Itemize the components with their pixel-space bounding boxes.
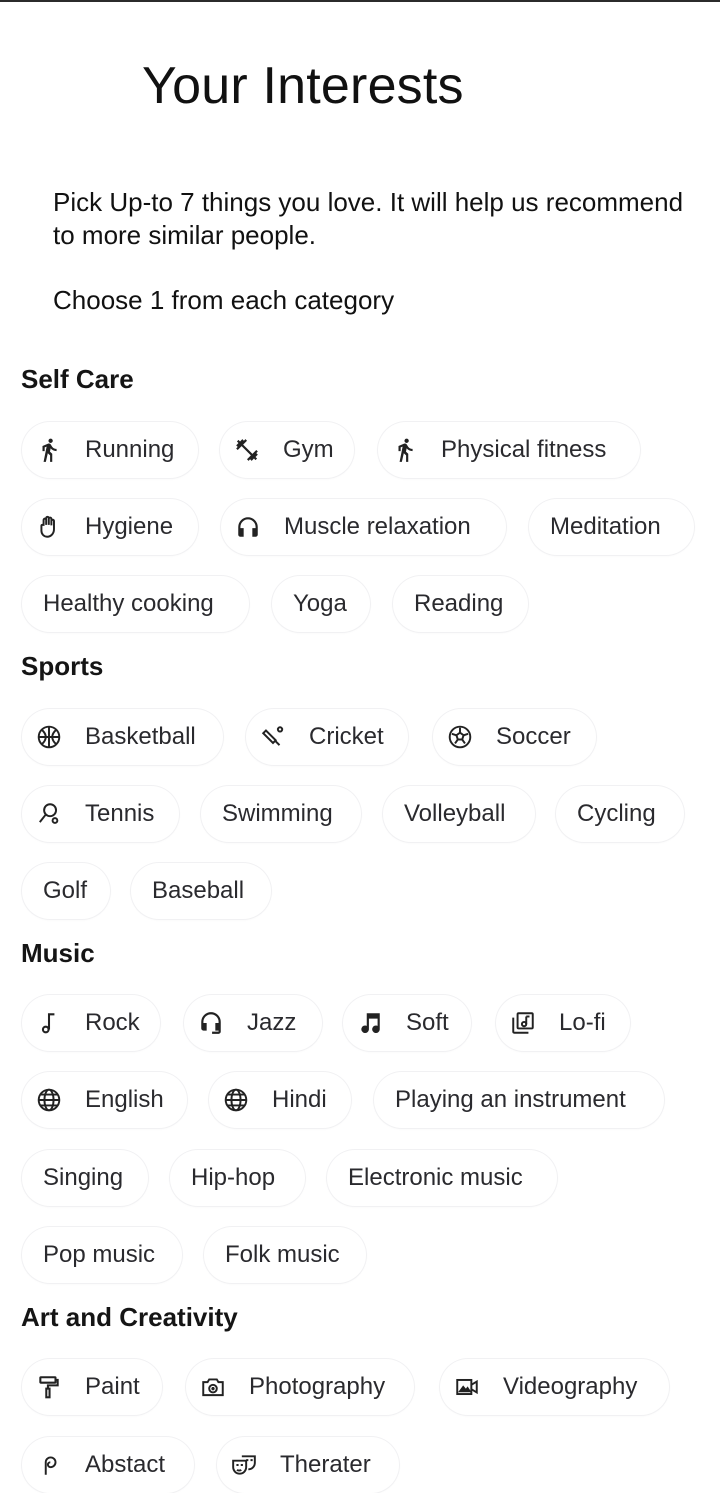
chip-electronic-music[interactable]: Electronic music bbox=[327, 1150, 557, 1206]
chip-label: Therater bbox=[280, 1451, 371, 1478]
chip-label: Paint bbox=[85, 1373, 140, 1400]
chip-abstact[interactable]: Abstact bbox=[22, 1437, 194, 1493]
chip-singing[interactable]: Singing bbox=[22, 1150, 148, 1206]
chip-label: Videography bbox=[503, 1373, 638, 1400]
top-divider bbox=[0, 0, 720, 2]
globe-icon bbox=[35, 1086, 63, 1114]
theater-masks-icon bbox=[230, 1451, 258, 1479]
chip-videography[interactable]: Videography bbox=[440, 1359, 669, 1415]
chip-label: Gym bbox=[283, 436, 334, 463]
chip-label: Jazz bbox=[247, 1009, 297, 1036]
chip-label: Hindi bbox=[272, 1086, 327, 1113]
page-title: Your Interests bbox=[142, 57, 464, 115]
chip-baseball[interactable]: Baseball bbox=[131, 863, 271, 919]
chip-playing-an-instrument[interactable]: Playing an instrument bbox=[374, 1072, 664, 1128]
chip-cycling[interactable]: Cycling bbox=[556, 786, 684, 842]
soccer-ball-icon bbox=[446, 723, 474, 751]
intro-text: Pick Up-to 7 things you love. It will he… bbox=[53, 187, 684, 250]
chip-label: Golf bbox=[43, 877, 88, 904]
chip-swimming[interactable]: Swimming bbox=[201, 786, 361, 842]
chip-label: Cricket bbox=[309, 723, 384, 750]
headphones-icon bbox=[234, 513, 262, 541]
chip-pop-music[interactable]: Pop music bbox=[22, 1227, 182, 1283]
chip-soft[interactable]: Soft bbox=[343, 995, 471, 1051]
chip-soccer[interactable]: Soccer bbox=[433, 709, 596, 765]
camera-icon bbox=[199, 1373, 227, 1401]
chip-volleyball[interactable]: Volleyball bbox=[383, 786, 535, 842]
category-heading-self-care: Self Care bbox=[21, 364, 134, 394]
chip-hip-hop[interactable]: Hip-hop bbox=[170, 1150, 305, 1206]
chip-label: Lo-fi bbox=[559, 1009, 606, 1036]
music-notes-icon bbox=[356, 1009, 384, 1037]
chip-basketball[interactable]: Basketball bbox=[22, 709, 223, 765]
chip-label: Photography bbox=[249, 1373, 386, 1400]
abstract-icon bbox=[35, 1451, 63, 1479]
dumbbell-icon bbox=[233, 436, 261, 464]
chip-paint[interactable]: Paint bbox=[22, 1359, 162, 1415]
chip-label: Healthy cooking bbox=[43, 590, 214, 617]
chip-label: Tennis bbox=[85, 800, 155, 827]
chip-label: Muscle relaxation bbox=[284, 513, 471, 540]
chip-label: Singing bbox=[43, 1164, 124, 1191]
chip-label: Hip-hop bbox=[191, 1164, 276, 1191]
chip-label: Soccer bbox=[496, 723, 571, 750]
basketball-icon bbox=[35, 723, 63, 751]
paint-roller-icon bbox=[35, 1373, 63, 1401]
video-camera-icon bbox=[453, 1373, 481, 1401]
chip-label: Hygiene bbox=[85, 513, 174, 540]
chip-label: Meditation bbox=[550, 513, 661, 540]
chip-muscle-relaxation[interactable]: Muscle relaxation bbox=[221, 499, 506, 555]
chip-hygiene[interactable]: Hygiene bbox=[22, 499, 198, 555]
chip-english[interactable]: English bbox=[22, 1072, 187, 1128]
cricket-icon bbox=[259, 723, 287, 751]
headset-icon bbox=[197, 1009, 225, 1037]
chip-tennis[interactable]: Tennis bbox=[22, 786, 179, 842]
chip-label: Reading bbox=[414, 590, 504, 617]
chip-photography[interactable]: Photography bbox=[186, 1359, 414, 1415]
chip-label: Abstact bbox=[85, 1451, 166, 1478]
category-heading-music: Music bbox=[21, 938, 95, 968]
choose-instruction: Choose 1 from each category bbox=[53, 285, 395, 315]
chip-gym[interactable]: Gym bbox=[220, 422, 354, 478]
library-music-icon bbox=[509, 1009, 537, 1037]
tennis-racket-icon bbox=[35, 800, 63, 828]
chip-label: Running bbox=[85, 436, 175, 463]
running-icon bbox=[35, 436, 63, 464]
chip-reading[interactable]: Reading bbox=[393, 576, 528, 632]
category-heading-sports: Sports bbox=[21, 651, 104, 681]
chip-label: Cycling bbox=[577, 800, 656, 827]
chip-running[interactable]: Running bbox=[22, 422, 198, 478]
chip-physical-fitness[interactable]: Physical fitness bbox=[378, 422, 640, 478]
chip-meditation[interactable]: Meditation bbox=[529, 499, 694, 555]
chip-label: Baseball bbox=[152, 877, 245, 904]
chip-label: Yoga bbox=[293, 590, 347, 617]
chip-label: Folk music bbox=[225, 1241, 340, 1268]
chip-label: Rock bbox=[85, 1009, 140, 1036]
chip-folk-music[interactable]: Folk music bbox=[204, 1227, 366, 1283]
globe-icon bbox=[222, 1086, 250, 1114]
chip-golf[interactable]: Golf bbox=[22, 863, 110, 919]
chip-label: Basketball bbox=[85, 723, 196, 750]
chip-label: Physical fitness bbox=[441, 436, 607, 463]
chip-hindi[interactable]: Hindi bbox=[209, 1072, 351, 1128]
chip-lo-fi[interactable]: Lo-fi bbox=[496, 995, 630, 1051]
hand-icon bbox=[35, 513, 63, 541]
chip-label: English bbox=[85, 1086, 164, 1113]
chip-jazz[interactable]: Jazz bbox=[184, 995, 322, 1051]
chip-rock[interactable]: Rock bbox=[22, 995, 160, 1051]
chip-label: Playing an instrument bbox=[395, 1086, 626, 1113]
music-note-icon bbox=[35, 1009, 63, 1037]
chip-label: Electronic music bbox=[348, 1164, 523, 1191]
category-heading-art-and-creativity: Art and Creativity bbox=[21, 1302, 238, 1332]
chip-healthy-cooking[interactable]: Healthy cooking bbox=[22, 576, 249, 632]
chip-label: Soft bbox=[406, 1009, 449, 1036]
chip-yoga[interactable]: Yoga bbox=[272, 576, 370, 632]
chip-therater[interactable]: Therater bbox=[217, 1437, 399, 1493]
chip-label: Volleyball bbox=[404, 800, 506, 827]
walking-icon bbox=[391, 436, 419, 464]
chip-label: Swimming bbox=[222, 800, 333, 827]
chip-cricket[interactable]: Cricket bbox=[246, 709, 408, 765]
chip-label: Pop music bbox=[43, 1241, 156, 1268]
